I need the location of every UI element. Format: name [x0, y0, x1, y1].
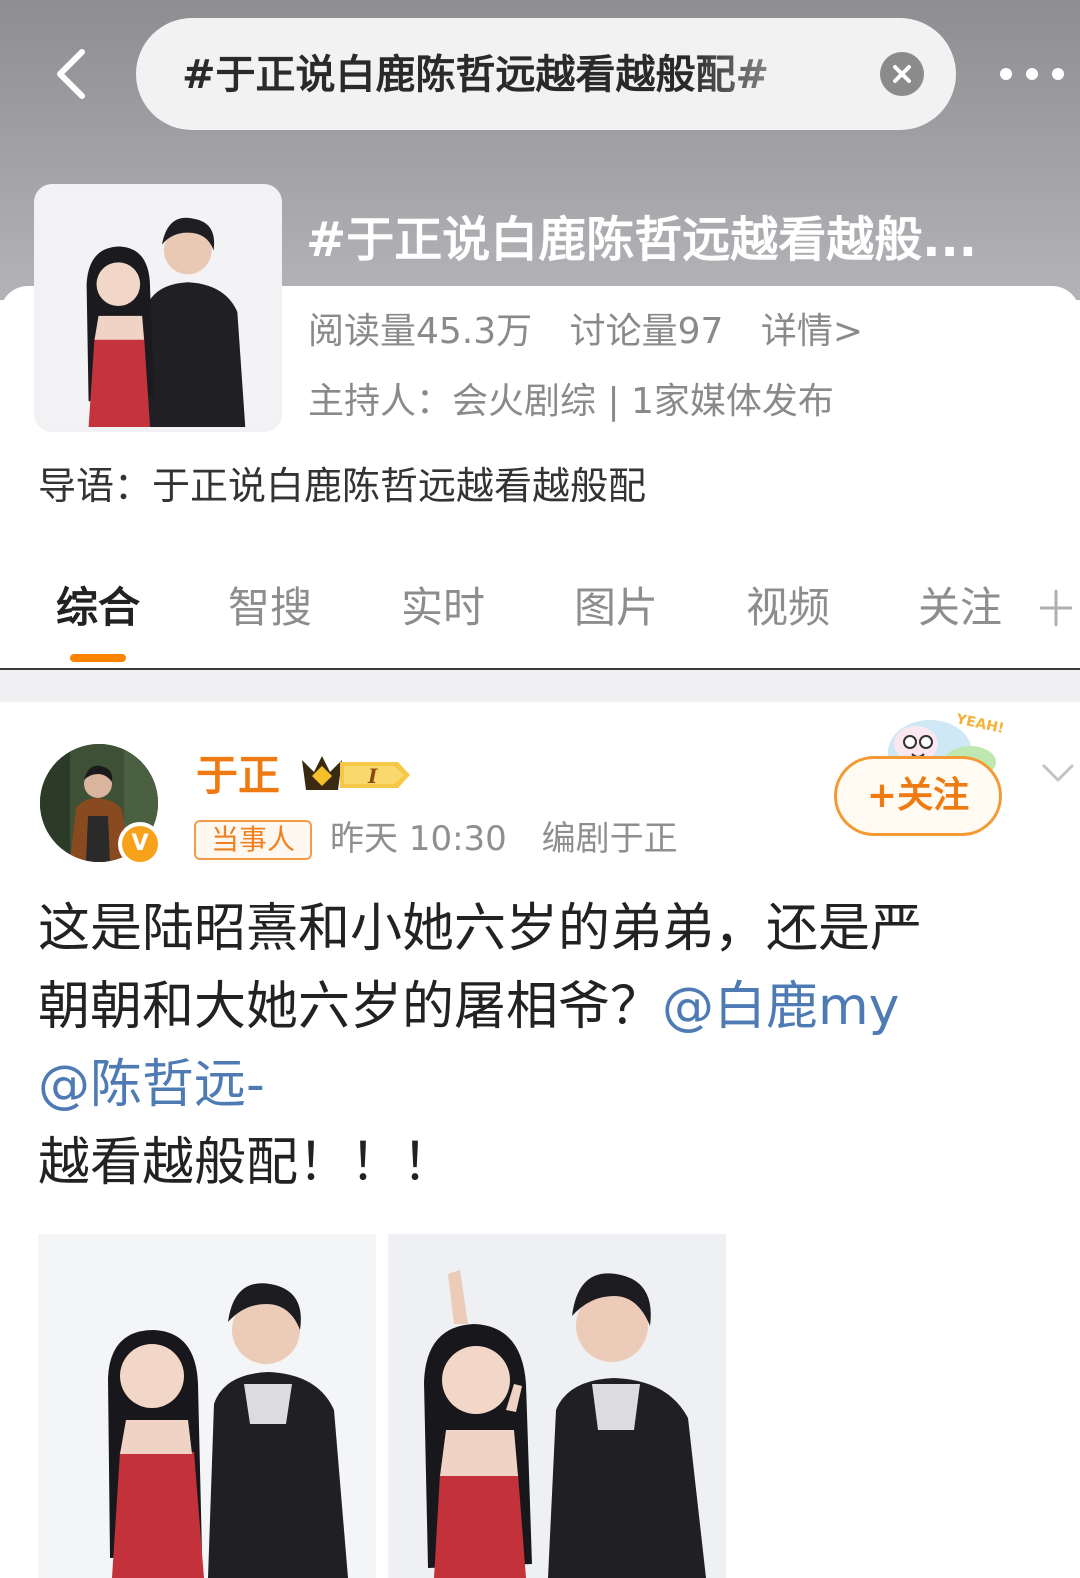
close-icon	[893, 65, 911, 83]
author-name[interactable]: 于正	[196, 746, 280, 806]
member-crown-icon[interactable]: I	[296, 752, 414, 798]
back-button[interactable]	[44, 44, 104, 104]
post-text-line: 越看越般配！！！	[38, 1133, 455, 1193]
post-image[interactable]	[388, 1234, 726, 1578]
tab-videos[interactable]: 视频	[746, 578, 830, 638]
section-gap	[0, 670, 1080, 702]
more-options-button[interactable]	[996, 54, 1068, 94]
follow-button[interactable]: +关注	[834, 756, 1002, 836]
tab-pictures[interactable]: 图片	[574, 578, 658, 638]
more-dots-icon	[1000, 68, 1064, 80]
back-arrow-icon	[57, 49, 85, 99]
post-source: 编剧于正	[541, 819, 678, 859]
post-options-button[interactable]	[1040, 760, 1076, 788]
tab-comprehensive[interactable]: 综合	[56, 578, 140, 638]
clear-search-button[interactable]	[880, 52, 924, 96]
role-tag: 当事人	[194, 820, 312, 860]
post-text-line: 这是陆昭熹和小她六岁的弟弟，还是严	[38, 899, 923, 959]
chevron-down-icon	[1042, 764, 1074, 782]
post-text-segment: 朝朝和大她六岁的屠相爷？	[38, 977, 663, 1037]
discuss-count: 讨论量97	[569, 311, 724, 352]
host-info[interactable]: 主持人：会火剧综 | 1家媒体发布	[308, 374, 834, 430]
details-link[interactable]: 详情>	[761, 311, 863, 352]
post-image[interactable]	[38, 1234, 376, 1578]
post-time: 昨天 10:30	[330, 819, 507, 859]
topic-stats: 阅读量45.3万 讨论量97 详情>	[308, 304, 889, 360]
search-bar[interactable]: #于正说白鹿陈哲远越看越般配#	[136, 18, 956, 130]
tab-smart-search[interactable]: 智搜	[228, 578, 312, 638]
read-count: 阅读量45.3万	[308, 311, 533, 352]
tab-bar: 综合 智搜 实时 图片 视频 关注	[0, 570, 1080, 668]
tab-following[interactable]: 关注	[918, 578, 1002, 638]
search-input[interactable]: #于正说白鹿陈哲远越看越般配#	[182, 48, 832, 102]
topic-cover-image[interactable]	[34, 184, 282, 432]
tab-realtime[interactable]: 实时	[401, 578, 485, 638]
verified-v-icon: V	[118, 822, 162, 866]
mention-link[interactable]: @白鹿my	[662, 977, 899, 1037]
topic-intro: 导语：于正说白鹿陈哲远越看越般配	[38, 464, 647, 508]
plus-icon	[1040, 590, 1072, 626]
topic-title: #于正说白鹿陈哲远越看越般...	[306, 212, 977, 268]
svg-text:I: I	[367, 764, 378, 788]
active-tab-indicator	[70, 654, 126, 662]
mention-link[interactable]: @陈哲远-	[38, 1055, 265, 1115]
post-text: 这是陆昭熹和小她六岁的弟弟，还是严 朝朝和大她六岁的屠相爷？@白鹿my @陈哲远…	[38, 890, 1078, 1202]
post-meta: 昨天 10:30 编剧于正	[330, 814, 702, 864]
post-text-line: @陈哲远-	[38, 1046, 1078, 1124]
add-tab-button[interactable]	[1036, 584, 1076, 632]
post-text-line: 朝朝和大她六岁的屠相爷？@白鹿my	[38, 968, 1078, 1046]
